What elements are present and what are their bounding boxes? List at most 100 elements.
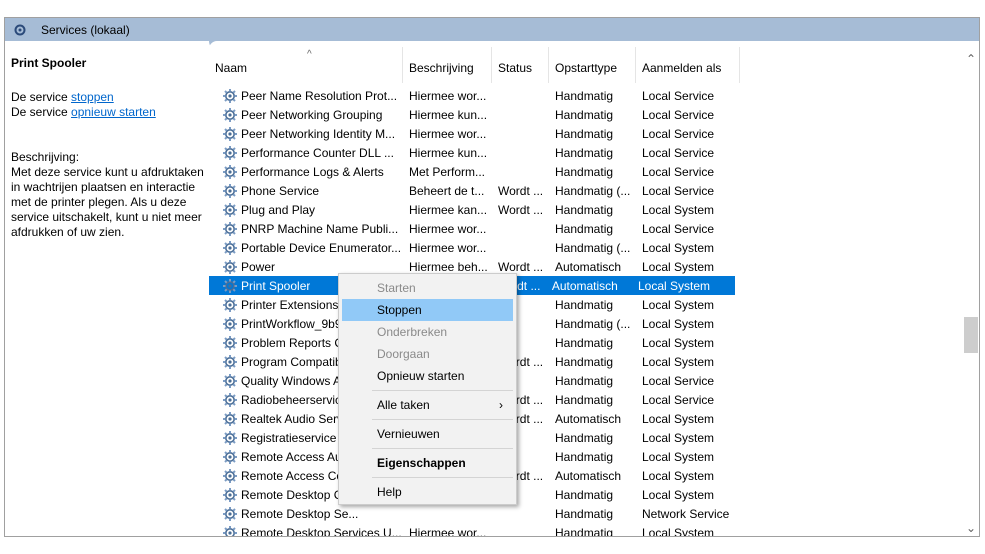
column-header-status[interactable]: Status [492, 47, 549, 83]
scroll-up-icon[interactable]: ⌃ [961, 49, 979, 69]
menu-item-all-tasks[interactable]: Alle taken › [342, 394, 513, 416]
table-row[interactable]: Remote Desktop Services U... Hiermee wor.… [209, 523, 961, 536]
service-name-cell: Plug and Play [209, 202, 403, 218]
table-row[interactable]: Performance Logs & Alerts Met Perform... H… [209, 162, 961, 181]
service-name-cell: Peer Networking Identity M... [209, 126, 403, 142]
table-row[interactable]: Realtek Audio Serv... Wordt ... Automatisc… [209, 409, 961, 428]
service-name-cell: Phone Service [209, 183, 403, 199]
service-startup-cell: Handmatig (... [555, 183, 631, 198]
service-startup-cell: Handmatig (... [555, 316, 631, 331]
service-gear-icon [222, 259, 238, 275]
service-logon-cell: Local Service [642, 221, 715, 236]
service-gear-icon [222, 145, 238, 161]
service-name: Quality Windows A... [241, 373, 352, 388]
service-status-cell: Wordt ... [498, 202, 544, 217]
service-name: Performance Logs & Alerts [241, 164, 384, 179]
service-description-cell: Hiermee kun... [409, 145, 488, 160]
table-row[interactable]: Remote Desktop C... Handmatig Local System [209, 485, 961, 504]
service-startup-cell: Automatisch [555, 259, 622, 274]
column-header-name[interactable]: ^ Naam [209, 47, 403, 83]
service-gear-icon [222, 88, 238, 104]
table-row[interactable]: Remote Access Au... Handmatig Local System [209, 447, 961, 466]
service-name: Remote Desktop Se... [241, 506, 359, 521]
table-row[interactable]: Printer Extensions and Notif... Handmatig… [209, 295, 961, 314]
menu-item-pause[interactable]: Onderbreken [342, 321, 513, 343]
service-name: Performance Counter DLL ... [241, 145, 394, 160]
service-description-cell: Hiermee wor... [409, 221, 487, 236]
table-row[interactable]: Peer Networking Grouping Hiermee kun... Ha… [209, 105, 961, 124]
column-logon-label: Aanmelden als [642, 61, 722, 75]
table-row[interactable]: Peer Networking Identity M... Hiermee wor… [209, 124, 961, 143]
service-startup-cell: Handmatig [555, 354, 614, 369]
service-gear-icon [222, 392, 238, 408]
column-header-row: ^ Naam Beschrijving Status Opstarttype A… [209, 47, 740, 83]
table-row[interactable]: Remote Access Co... Wordt ... Automatisch L… [209, 466, 961, 485]
scroll-down-icon[interactable]: ⌄ [961, 518, 979, 536]
column-header-description[interactable]: Beschrijving [403, 47, 492, 83]
service-gear-icon [222, 487, 238, 503]
table-row[interactable]: Problem Reports C... Handmatig Local Syste… [209, 333, 961, 352]
table-row[interactable]: Program Compatib... Wordt ... Handmatig Loc… [209, 352, 961, 371]
service-startup-cell: Handmatig [555, 297, 614, 312]
service-logon-cell: Local Service [642, 164, 715, 179]
menu-item-refresh[interactable]: Vernieuwen [342, 423, 513, 445]
service-logon-cell: Local System [642, 259, 715, 274]
service-logon-cell: Local System [642, 487, 715, 502]
service-description-cell: Beheert de t... [409, 183, 485, 198]
service-startup-cell: Handmatig [555, 487, 614, 502]
menu-item-restart[interactable]: Opnieuw starten [342, 365, 513, 387]
menu-item-start[interactable]: Starten [342, 277, 513, 299]
stop-service-link[interactable]: stoppen [71, 90, 114, 104]
table-row[interactable]: Performance Counter DLL ... Hiermee kun..… [209, 143, 961, 162]
service-gear-icon [222, 449, 238, 465]
service-description-cell: Hiermee wor... [409, 240, 487, 255]
table-row[interactable]: Peer Name Resolution Prot... Hiermee wor.… [209, 86, 961, 105]
column-status-label: Status [498, 61, 533, 75]
service-description-cell: Hiermee beh... [409, 259, 488, 274]
service-startup-cell: Handmatig [555, 430, 614, 445]
header-title: Services (lokaal) [41, 22, 130, 37]
service-details-panel: Print Spooler De service stoppen De serv… [5, 41, 209, 536]
table-row[interactable]: Power Hiermee beh... Wordt ... Automatisch L… [209, 257, 961, 276]
menu-item-properties[interactable]: Eigenschappen [342, 452, 513, 474]
menu-separator [372, 448, 513, 449]
service-name: Realtek Audio Serv... [241, 411, 353, 426]
restart-service-link[interactable]: opnieuw starten [71, 105, 156, 119]
service-logon-cell: Network Service [642, 506, 730, 521]
service-logon-cell: Local System [642, 354, 715, 369]
service-name: PNRP Machine Name Publi... [241, 221, 399, 236]
service-description-cell: Hiermee wor... [409, 88, 487, 103]
service-name-cell: Remote Desktop Se... [209, 506, 403, 522]
menu-item-help[interactable]: Help [342, 481, 513, 503]
service-name: Remote Access Au... [241, 449, 352, 464]
service-gear-icon [222, 354, 238, 370]
table-row[interactable]: PrintWorkflow_9b9... Handmatig (... Local … [209, 314, 961, 333]
scrollbar-thumb[interactable] [964, 317, 978, 353]
menu-item-resume[interactable]: Doorgaan [342, 343, 513, 365]
service-logon-cell: Local System [638, 278, 711, 293]
menu-item-stop[interactable]: Stoppen [342, 299, 513, 321]
table-row[interactable]: Portable Device Enumerator... Hiermee wor… [209, 238, 961, 257]
restart-service-line: De service opnieuw starten [11, 105, 209, 120]
table-row[interactable]: Quality Windows A... Handmatig Local Servi… [209, 371, 961, 390]
service-logon-cell: Local Service [642, 126, 715, 141]
service-gear-icon [222, 373, 238, 389]
column-header-startup-type[interactable]: Opstarttype [549, 47, 636, 83]
table-row[interactable]: Radiobeheerservice Wordt ... Handmatig Loca… [209, 390, 961, 409]
table-row[interactable]: Plug and Play Hiermee kan... Wordt ... Hand… [209, 200, 961, 219]
service-logon-cell: Local System [642, 202, 715, 217]
table-row[interactable]: Registratieservice v... Handmatig Local Sy… [209, 428, 961, 447]
service-name: Remote Desktop C... [241, 487, 353, 502]
table-row[interactable]: Remote Desktop Se... Handmatig Network Ser… [209, 504, 961, 523]
stop-prefix: De service [11, 90, 72, 104]
table-row[interactable]: PNRP Machine Name Publi... Hiermee wor...… [209, 219, 961, 238]
chevron-right-icon: › [499, 398, 503, 412]
vertical-scrollbar[interactable]: ⌃ ⌄ [961, 41, 979, 536]
service-startup-cell: Handmatig [555, 221, 614, 236]
service-name-cell: PNRP Machine Name Publi... [209, 221, 403, 237]
service-name-cell: Performance Counter DLL ... [209, 145, 403, 161]
column-header-logon-as[interactable]: Aanmelden als [636, 47, 740, 83]
service-logon-cell: Local System [642, 449, 715, 464]
service-name: Remote Access Co... [241, 468, 354, 483]
table-row[interactable]: Phone Service Beheert de t... Wordt ... Han… [209, 181, 961, 200]
